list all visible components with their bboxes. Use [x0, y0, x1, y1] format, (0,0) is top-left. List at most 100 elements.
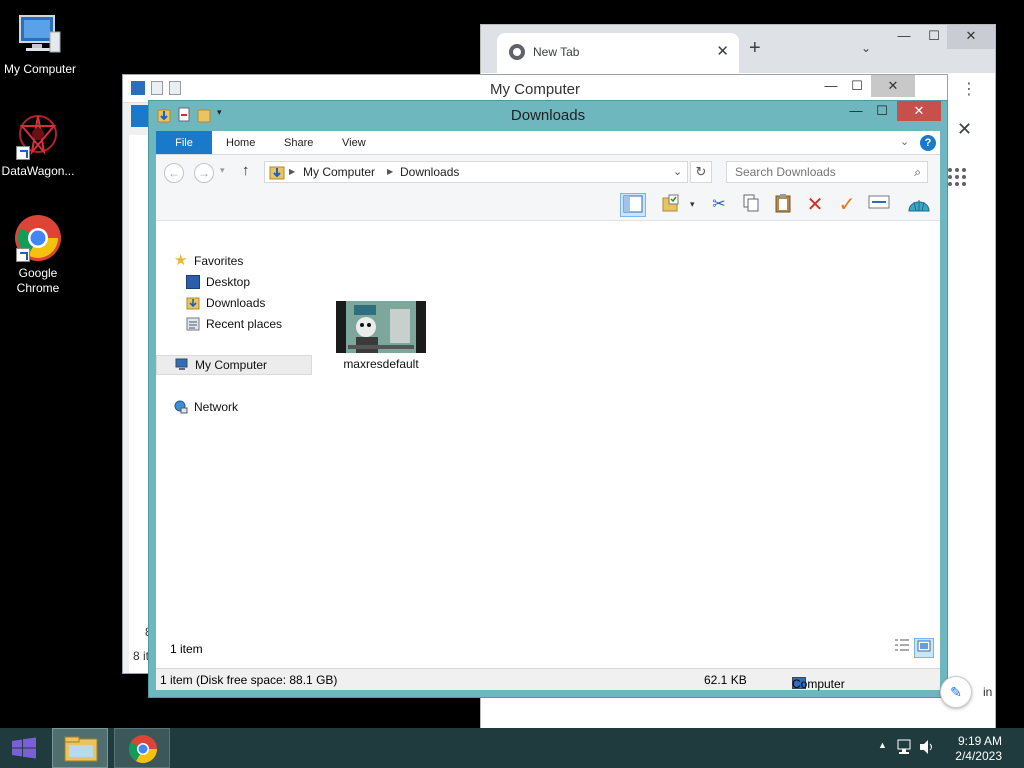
chrome-close-button[interactable]: ✕	[947, 25, 995, 49]
properties-card-icon[interactable]	[866, 193, 892, 217]
chrome-minimize-button[interactable]: —	[887, 25, 921, 49]
chrome-menu-kebab-icon[interactable]: ⋮	[961, 79, 977, 99]
shell-icon[interactable]	[906, 193, 932, 217]
clock-time: 9:19 AM	[957, 734, 1002, 748]
nav-label: My Computer	[195, 358, 268, 372]
nav-network[interactable]: Network	[174, 397, 238, 417]
navigation-pane-partial	[129, 135, 149, 673]
explorer-body: File Home Share View ⌄ ? ← → ▾ ↑ ▶ My Co…	[156, 131, 940, 690]
close-button[interactable]: ✕	[871, 75, 915, 97]
up-arrow-icon[interactable]: ↑	[242, 162, 250, 179]
address-bar[interactable]: ▶ My Computer ▶ Downloads ⌄	[264, 161, 688, 183]
start-button[interactable]	[0, 728, 48, 768]
nav-my-computer[interactable]: My Computer	[156, 355, 312, 375]
star-icon: ★	[174, 252, 188, 269]
breadcrumb-my-computer[interactable]: My Computer	[303, 165, 375, 179]
breadcrumb-separator-icon: ▶	[387, 167, 394, 176]
tab-file[interactable]: File	[156, 131, 212, 154]
search-field[interactable]: ⌕	[726, 161, 928, 183]
datawagon-icon	[14, 112, 62, 160]
command-toolbar: ▾ ✂ ✕ ✓	[156, 189, 940, 221]
window-title: Downloads	[510, 107, 586, 124]
tab-home[interactable]: Home	[212, 131, 269, 154]
tab-view[interactable]: View	[328, 131, 380, 154]
breadcrumb-separator-icon: ▶	[289, 167, 296, 176]
breadcrumb-downloads[interactable]: Downloads	[400, 165, 459, 179]
nav-desktop[interactable]: Desktop	[186, 272, 250, 292]
tab-search-chevron-icon[interactable]: ⌄	[861, 41, 871, 55]
delete-x-icon[interactable]: ✕	[802, 193, 828, 217]
computer-icon	[175, 358, 189, 372]
new-tab-button[interactable]: +	[749, 37, 761, 60]
nav-label: Downloads	[206, 296, 266, 310]
close-tab-icon[interactable]: ✕	[716, 42, 729, 60]
copy-icon[interactable]	[738, 193, 764, 217]
desktop-icon-label: Google Chrome	[16, 266, 60, 295]
search-input[interactable]	[735, 165, 905, 179]
address-row: ← → ▾ ↑ ▶ My Computer ▶ Downloads ⌄ ↻ ⌕	[156, 155, 940, 189]
details-view-icon[interactable]	[892, 638, 912, 658]
desktop-icon	[186, 275, 200, 289]
expand-ribbon-chevron-icon[interactable]: ⌄	[900, 135, 909, 148]
folder-options-chevron-icon[interactable]: ▾	[690, 199, 695, 210]
windows-logo-icon	[12, 737, 36, 759]
taskbar-file-explorer[interactable]	[52, 728, 108, 768]
downloads-titlebar: ▾ Downloads — ☐ ✕	[149, 101, 947, 131]
image-thumbnail	[336, 301, 426, 353]
google-apps-grid-icon[interactable]	[947, 167, 967, 190]
nav-recent-places[interactable]: Recent places	[186, 314, 282, 334]
close-side-panel-icon[interactable]: ✕	[957, 119, 972, 140]
taskbar-google-chrome[interactable]	[114, 728, 170, 768]
desktop-icon-label: DataWagon...	[1, 164, 75, 178]
details-bar: 1 item	[156, 636, 940, 662]
status-location-label: Computer	[792, 677, 845, 691]
nav-downloads[interactable]: Downloads	[186, 293, 265, 313]
desktop-icon-datawagon[interactable]: DataWagon...	[0, 112, 78, 179]
network-icon[interactable]	[896, 738, 912, 759]
search-icon[interactable]: ⌕	[914, 165, 921, 180]
desktop-icon-google-chrome[interactable]: Google Chrome	[0, 214, 78, 296]
nav-label: Favorites	[194, 254, 244, 268]
forward-button[interactable]: →	[194, 163, 214, 183]
shortcut-arrow-icon	[16, 146, 30, 160]
cut-scissors-icon[interactable]: ✂	[706, 193, 732, 217]
refresh-icon[interactable]: ↻	[690, 161, 712, 183]
tab-share[interactable]: Share	[270, 131, 327, 154]
customize-pencil-icon[interactable]: ✎	[940, 676, 972, 708]
volume-speaker-icon[interactable]	[918, 738, 936, 759]
shortcut-arrow-icon	[16, 248, 30, 262]
preview-pane-icon[interactable]	[620, 193, 646, 217]
status-size: 62.1 KB	[704, 673, 747, 687]
minimize-button[interactable]: —	[817, 75, 845, 97]
navigation-pane: ★ Favorites Desktop Downloads Recent pla…	[156, 253, 314, 642]
rename-checkmark-icon[interactable]: ✓	[834, 193, 860, 217]
address-history-chevron-icon[interactable]: ⌄	[673, 165, 682, 178]
file-item[interactable]: maxresdefault	[336, 301, 426, 371]
nav-label: Desktop	[206, 275, 251, 289]
chrome-maximize-button[interactable]: ☐	[917, 25, 951, 49]
back-button[interactable]: ←	[164, 163, 184, 183]
network-icon	[174, 400, 188, 414]
status-bar: 1 item (Disk free space: 88.1 GB) 62.1 K…	[156, 668, 940, 691]
chrome-tab-new-tab[interactable]: New Tab ✕	[497, 33, 739, 73]
show-hidden-icons-chevron-icon[interactable]: ▲	[878, 740, 887, 750]
help-icon[interactable]: ?	[920, 135, 936, 151]
maximize-button[interactable]: ☐	[843, 75, 871, 97]
clock[interactable]: 9:19 AM 2/4/2023	[955, 734, 1002, 764]
computer-icon	[16, 10, 64, 58]
desktop-icon-label: My Computer	[3, 62, 77, 76]
large-icons-view-icon[interactable]	[914, 638, 934, 658]
recent-places-icon	[186, 317, 200, 331]
maximize-button[interactable]: ☐	[869, 101, 895, 121]
downloads-folder-icon	[269, 164, 285, 183]
downloads-folder-icon	[186, 296, 200, 310]
desktop-icon-my-computer[interactable]: My Computer	[0, 10, 80, 77]
file-name: maxresdefault	[343, 357, 419, 371]
folder-options-icon[interactable]	[658, 193, 684, 217]
recent-locations-chevron-icon[interactable]: ▾	[220, 165, 225, 176]
close-button[interactable]: ✕	[897, 101, 941, 121]
nav-favorites[interactable]: ★ Favorites	[174, 251, 243, 271]
paste-clipboard-icon[interactable]	[770, 193, 796, 217]
chrome-icon	[129, 735, 157, 763]
minimize-button[interactable]: —	[843, 101, 869, 121]
